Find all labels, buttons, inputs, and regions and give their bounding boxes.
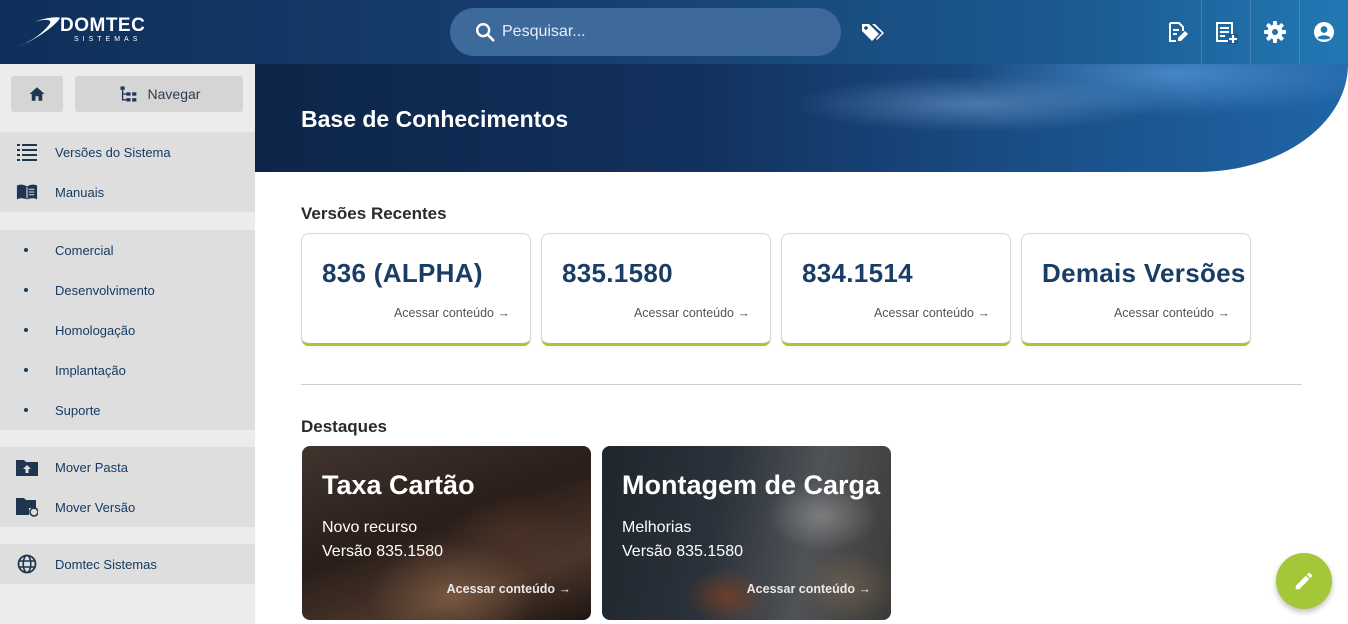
edit-document-button[interactable] xyxy=(1152,0,1201,64)
bullet-icon xyxy=(24,328,28,332)
version-card[interactable]: 836 (ALPHA) Acessar conteúdo → xyxy=(301,233,531,346)
account-icon xyxy=(1314,22,1334,42)
sidebar-group-external: Domtec Sistemas xyxy=(0,544,255,584)
home-button[interactable] xyxy=(11,76,63,112)
version-card-title: 834.1514 xyxy=(802,258,913,288)
pencil-icon xyxy=(1295,572,1313,590)
sidebar-manuais-subitems: Comercial Desenvolvimento Homologação Im… xyxy=(0,230,255,430)
version-card-link[interactable]: Acessar conteúdo → xyxy=(394,306,510,320)
sidebar-subitem-homologacao[interactable]: Homologação xyxy=(0,310,255,350)
highlight-card-version: Versão 835.1580 xyxy=(622,543,743,560)
add-document-icon xyxy=(1216,22,1238,44)
account-button[interactable] xyxy=(1299,0,1348,64)
bullet-icon xyxy=(24,288,28,292)
section-divider xyxy=(301,384,1302,385)
home-icon xyxy=(29,87,45,101)
highlight-card-title: Montagem de Carga xyxy=(622,470,881,500)
list-icon xyxy=(16,141,38,163)
sidebar-item-mover-pasta[interactable]: Mover Pasta xyxy=(0,447,255,487)
version-card-link[interactable]: Acessar conteúdo → xyxy=(874,306,990,320)
highlights-heading: Destaques xyxy=(301,417,387,436)
edit-document-icon xyxy=(1168,22,1188,42)
sidebar-subitem-implantacao[interactable]: Implantação xyxy=(0,350,255,390)
folder-upload-icon xyxy=(16,456,38,478)
version-card-title: Demais Versões xyxy=(1042,258,1246,288)
page-title: Base de Conhecimentos xyxy=(301,106,569,132)
sidebar-item-label: Manuais xyxy=(55,184,105,200)
sidebar-subitem-label: Comercial xyxy=(55,242,114,258)
highlight-card-subtitle: Novo recurso xyxy=(322,519,418,536)
sidebar-subitem-comercial[interactable]: Comercial xyxy=(0,230,255,270)
bullet-icon xyxy=(24,408,28,412)
tags-icon xyxy=(862,24,884,41)
gear-icon xyxy=(1264,21,1286,43)
version-card-title: 835.1580 xyxy=(562,258,673,288)
hero-banner: Base de Conhecimentos xyxy=(255,64,1348,172)
sidebar-item-manuais[interactable]: Manuais xyxy=(0,172,255,212)
header-actions xyxy=(1152,0,1348,64)
highlight-card-version: Versão 835.1580 xyxy=(322,543,443,560)
version-card[interactable]: Demais Versões Acessar conteúdo → xyxy=(1021,233,1251,346)
logo-sub-text: SISTEMAS xyxy=(74,36,142,43)
logo-brand-text: DOMTEC xyxy=(60,15,146,36)
tree-structure-icon xyxy=(120,86,136,102)
sidebar-subitem-suporte[interactable]: Suporte xyxy=(0,390,255,430)
navigate-label: Navegar xyxy=(147,86,201,102)
highlight-card[interactable]: Montagem de Carga Melhorias Versão 835.1… xyxy=(602,446,891,620)
sidebar-group-actions: Mover Pasta Mover Versão xyxy=(0,447,255,527)
settings-button[interactable] xyxy=(1250,0,1299,64)
version-card[interactable]: 835.1580 Acessar conteúdo → xyxy=(541,233,771,346)
sidebar-subitem-label: Desenvolvimento xyxy=(55,282,155,298)
highlight-card-link[interactable]: Acessar conteúdo → xyxy=(447,582,571,596)
search-input[interactable] xyxy=(502,18,822,46)
sidebar-top-buttons: Navegar xyxy=(0,64,255,126)
recent-versions-heading: Versões Recentes xyxy=(301,204,447,223)
sidebar-item-label: Domtec Sistemas xyxy=(55,556,157,572)
search-bar[interactable] xyxy=(450,8,841,56)
sidebar-item-label: Mover Versão xyxy=(55,499,136,515)
sidebar-subitem-desenvolvimento[interactable]: Desenvolvimento xyxy=(0,270,255,310)
sidebar-subitem-label: Implantação xyxy=(55,362,126,378)
domtec-logo[interactable]: DOMTEC SISTEMAS xyxy=(14,14,154,50)
sidebar-subitem-label: Homologação xyxy=(55,322,136,338)
highlight-card-title: Taxa Cartão xyxy=(322,470,475,500)
sidebar-item-domtec-sistemas[interactable]: Domtec Sistemas xyxy=(0,544,255,584)
folder-sync-icon xyxy=(16,496,38,518)
add-document-button[interactable] xyxy=(1201,0,1250,64)
highlight-card-subtitle: Melhorias xyxy=(622,519,692,536)
version-card-link[interactable]: Acessar conteúdo → xyxy=(634,306,750,320)
sidebar-group-main: Versões do Sistema Manuais xyxy=(0,132,255,212)
sidebar-item-label: Mover Pasta xyxy=(55,459,128,475)
sidebar-item-versoes[interactable]: Versões do Sistema xyxy=(0,132,255,172)
search-icon xyxy=(476,23,495,42)
edit-fab-button[interactable] xyxy=(1276,553,1332,609)
version-card-link[interactable]: Acessar conteúdo → xyxy=(1114,306,1230,320)
book-icon xyxy=(16,181,38,203)
sidebar: Navegar Versões do Sistema Manuais Comer… xyxy=(0,64,255,624)
version-card[interactable]: 834.1514 Acessar conteúdo → xyxy=(781,233,1011,346)
sidebar-item-mover-versao[interactable]: Mover Versão xyxy=(0,487,255,527)
version-card-title: 836 (ALPHA) xyxy=(322,258,483,288)
highlight-card-link[interactable]: Acessar conteúdo → xyxy=(747,582,871,596)
highlight-card[interactable]: Taxa Cartão Novo recurso Versão 835.1580… xyxy=(302,446,591,620)
bullet-icon xyxy=(24,368,28,372)
navigate-button[interactable]: Navegar xyxy=(75,76,243,112)
top-bar: DOMTEC SISTEMAS xyxy=(0,0,1348,64)
tags-button[interactable] xyxy=(860,20,886,44)
sidebar-subitem-label: Suporte xyxy=(55,402,101,418)
bullet-icon xyxy=(24,248,28,252)
sidebar-item-label: Versões do Sistema xyxy=(55,144,171,160)
globe-icon xyxy=(16,553,38,575)
